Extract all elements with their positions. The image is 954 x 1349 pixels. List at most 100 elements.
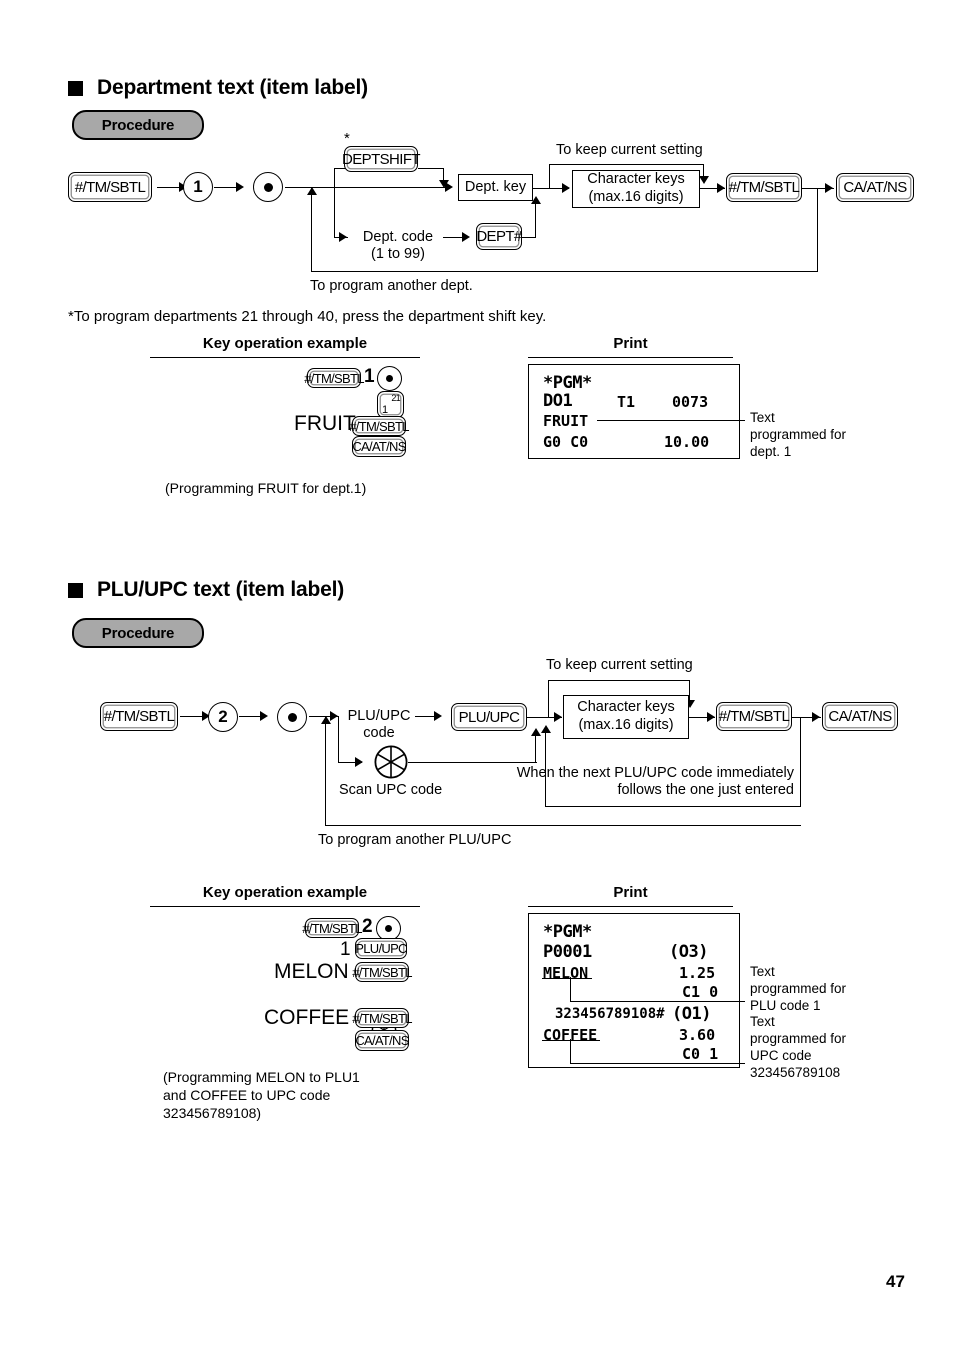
key-label: #/TM/SBTL bbox=[103, 708, 175, 725]
example2-key-sbtl-2[interactable]: #/TM/SBTL bbox=[352, 962, 412, 982]
loop-label-department: To program another dept. bbox=[310, 278, 473, 294]
arrow-icon bbox=[699, 176, 709, 184]
bullet-square-icon bbox=[68, 80, 83, 96]
key-label: #/TM/SBTL bbox=[302, 920, 362, 936]
callout-text-2: Text programmed for PLU code 1 bbox=[750, 964, 847, 1013]
char-keys-line1: Character keys bbox=[577, 699, 675, 716]
dept-code-range: (1 to 99) bbox=[371, 246, 425, 263]
plu-flow-cash-key[interactable]: CA/AT/NS bbox=[822, 702, 898, 731]
arrow-icon bbox=[717, 183, 725, 193]
key-label: CA/AT/NS bbox=[355, 1033, 409, 1048]
connector bbox=[239, 716, 261, 717]
example-caption-1: (Programming FRUIT for dept.1) bbox=[165, 480, 367, 496]
connector bbox=[545, 806, 801, 807]
dot-icon bbox=[386, 375, 393, 382]
scan-upc-label: Scan UPC code bbox=[339, 782, 443, 798]
connector bbox=[522, 237, 536, 238]
arrow-icon bbox=[260, 711, 268, 721]
receipt-line-dept-code: DO1 bbox=[543, 391, 573, 411]
connector bbox=[214, 187, 236, 188]
loop-label-plu: To program another PLU/UPC bbox=[318, 832, 512, 848]
receipt-underline-melon bbox=[542, 978, 592, 979]
arrow-icon bbox=[707, 712, 715, 722]
key-label: PLU/UPC bbox=[355, 941, 407, 956]
receipt2-line-melon: MELON bbox=[543, 964, 589, 982]
flow-mode-digit-1: 1 bbox=[183, 172, 213, 202]
receipt2-line-coffee-price: 3.60 bbox=[679, 1026, 716, 1044]
example-key-sbtl-2[interactable]: #/TM/SBTL bbox=[349, 416, 409, 436]
example-header-2: Key operation example bbox=[202, 884, 368, 901]
plu-flow-start-key[interactable]: #/TM/SBTL bbox=[100, 702, 178, 731]
receipt-underline-coffee bbox=[542, 1040, 600, 1041]
digit-label: 2 bbox=[218, 707, 228, 726]
key-label: #/TM/SBTL bbox=[728, 179, 800, 196]
callout-line-1 bbox=[597, 420, 745, 421]
receipt2-line-c1: C1 0 bbox=[682, 983, 719, 1001]
dot-icon bbox=[263, 182, 273, 192]
key-label: CA/AT/NS bbox=[828, 708, 892, 725]
receipt2-line-c0: C0 1 bbox=[682, 1045, 719, 1063]
dept-hash-key[interactable]: DEPT# bbox=[476, 223, 522, 250]
key-label: #/TM/SBTL bbox=[304, 370, 364, 386]
plu-upc-key[interactable]: PLU/UPC bbox=[451, 703, 527, 731]
example2-key-sbtl-3[interactable]: #/TM/SBTL bbox=[352, 1008, 412, 1028]
receipt2-line-pgm: *PGM* bbox=[543, 922, 592, 942]
keep-current-setting-label-1: To keep current setting bbox=[556, 142, 703, 158]
connector bbox=[535, 199, 536, 238]
plu-flow-finish-key[interactable]: #/TM/SBTL bbox=[716, 702, 792, 731]
example2-key-pluupc[interactable]: PLU/UPC bbox=[355, 938, 407, 959]
plu-flow-decimal-key bbox=[277, 702, 307, 732]
example2-key-sbtl-1[interactable]: #/TM/SBTL bbox=[302, 918, 362, 938]
dept-key-box[interactable]: Dept. key bbox=[458, 174, 533, 201]
key-label: CA/AT/NS bbox=[843, 179, 907, 196]
arrow-icon bbox=[531, 728, 541, 736]
arrow-icon bbox=[439, 180, 449, 188]
example-key-cash-1[interactable]: CA/AT/NS bbox=[352, 436, 406, 457]
connector bbox=[800, 717, 801, 807]
arrow-icon bbox=[554, 712, 562, 722]
receipt2-line-plu-flag: (O3) bbox=[669, 942, 708, 962]
example2-plu-number: 1 bbox=[340, 939, 351, 960]
key-label: #/TM/SBTL bbox=[352, 964, 412, 980]
footnote-department: *To program departments 21 through 40, p… bbox=[68, 308, 547, 325]
flow-decimal-point-key bbox=[253, 172, 283, 202]
plu-code-line2: code bbox=[363, 725, 395, 742]
dept-key-number: 1 bbox=[382, 404, 388, 416]
key-label: #/TM/SBTL bbox=[352, 1010, 412, 1026]
example-key-sbtl-1[interactable]: #/TM/SBTL bbox=[304, 368, 364, 388]
connector bbox=[325, 825, 801, 826]
receipt-plu-upc: *PGM* P0001 (O3) MELON 1.25 C1 0 3234567… bbox=[528, 913, 740, 1068]
deptshift-key[interactable]: DEPTSHIFT bbox=[342, 146, 421, 172]
key-label: CA/AT/NS bbox=[352, 439, 406, 454]
example-digit-1: 1 bbox=[364, 366, 375, 387]
flow-finish-key-sbtl[interactable]: #/TM/SBTL bbox=[726, 173, 802, 202]
receipt-line-amount: 10.00 bbox=[664, 433, 710, 451]
example2-key-cash[interactable]: CA/AT/NS bbox=[355, 1030, 409, 1051]
box-label: Dept. key bbox=[464, 178, 527, 195]
arrow-icon bbox=[330, 711, 338, 721]
branch-line bbox=[334, 168, 335, 238]
section-heading-department: Department text (item label) bbox=[68, 76, 368, 100]
character-keys-box-1: Character keys (max.16 digits) bbox=[572, 170, 700, 208]
caption-line1: (Programming MELON to PLU1 bbox=[163, 1069, 360, 1085]
dept-code-label: Dept. code (1 to 99) bbox=[352, 229, 444, 264]
connector bbox=[817, 188, 818, 272]
section-heading-plu: PLU/UPC text (item label) bbox=[68, 578, 344, 602]
callout-text-3: Text programmed for UPC code 32345678910… bbox=[750, 1014, 847, 1080]
connector bbox=[689, 680, 690, 702]
arrow-icon bbox=[562, 183, 570, 193]
flow-cash-key[interactable]: CA/AT/NS bbox=[836, 173, 914, 202]
callout2-riser-2 bbox=[570, 1039, 571, 1064]
connector bbox=[549, 164, 550, 188]
connector bbox=[548, 680, 549, 717]
print-header-2: Print bbox=[613, 884, 648, 901]
next-code-line2: follows the one just entered bbox=[617, 782, 794, 799]
example2-text-coffee: COFFEE bbox=[264, 1006, 350, 1029]
example-dept-key[interactable]: 21 1 bbox=[377, 391, 404, 418]
caption-line2: and COFFEE to UPC code bbox=[163, 1087, 331, 1104]
receipt2-line-melon-price: 1.25 bbox=[679, 964, 716, 982]
receipt-line-gc: G0 C0 bbox=[543, 433, 589, 451]
flow-start-key-sbtl[interactable]: #/TM/SBTL bbox=[68, 172, 152, 202]
procedure-badge-plu: Procedure bbox=[72, 618, 204, 648]
arrow-icon bbox=[812, 712, 820, 722]
